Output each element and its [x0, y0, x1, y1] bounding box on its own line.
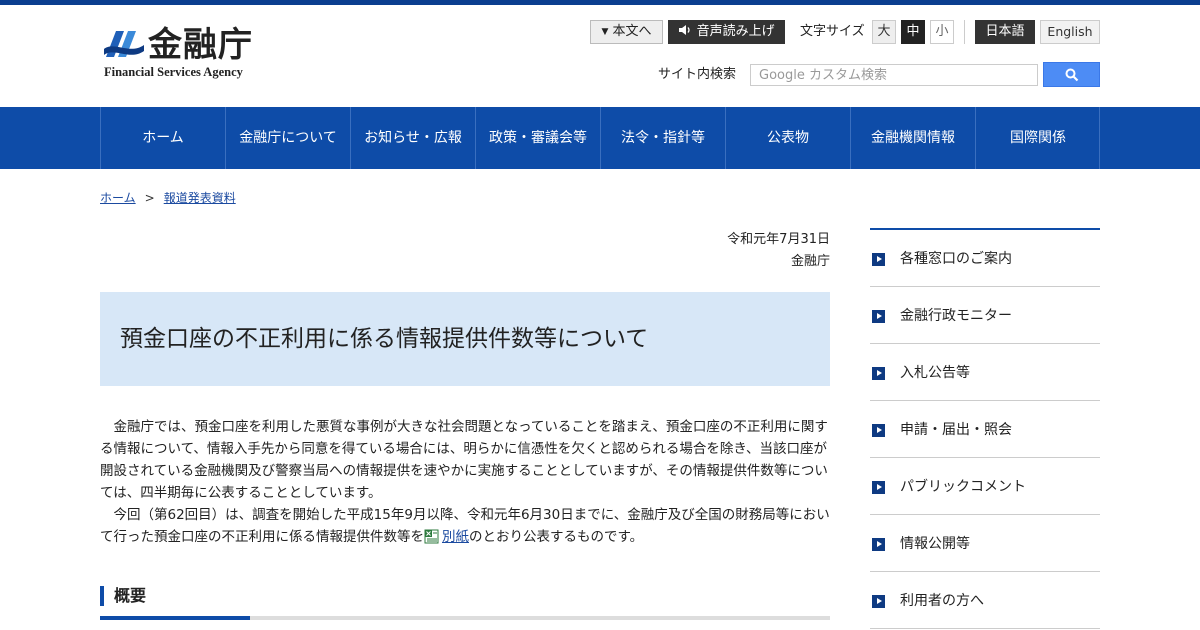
article-paragraph-2: 今回（第62回目）は、調査を開始した平成15年9月以降、令和元年6月30日までに…	[100, 504, 836, 548]
article-paragraph-1: 金融庁では、預金口座を利用した悪質な事例が大きな社会問題となっていることを踏まえ…	[100, 419, 828, 501]
section-heading-overview: 概要	[100, 586, 146, 606]
nav-institutions[interactable]: 金融機関情報	[850, 107, 975, 169]
page-title: 預金口座の不正利用に係る情報提供件数等について	[120, 326, 649, 352]
breadcrumb-home-link[interactable]: ホーム	[100, 191, 136, 205]
sidebar-item-label: 情報公開等	[900, 536, 970, 552]
sidebar-item-public-comment[interactable]: パブリックコメント	[870, 458, 1100, 515]
site-logo[interactable]: 金融庁 Financial Services Agency	[102, 25, 262, 81]
nav-home[interactable]: ホーム	[100, 107, 225, 169]
arrow-marker-icon	[872, 481, 885, 494]
sidebar-item-label: 申請・届出・照会	[900, 422, 1012, 438]
lang-english-button[interactable]: English	[1040, 20, 1100, 44]
sidebar-item-for-users[interactable]: 利用者の方へ	[870, 572, 1100, 629]
sidebar-item-label: 各種窓口のご案内	[900, 251, 1012, 267]
publish-date: 令和元年7月31日	[727, 232, 830, 247]
logo-kanji: 金融庁	[148, 25, 253, 65]
font-size-medium-button[interactable]: 中	[901, 20, 925, 44]
breadcrumb: ホーム > 報道発表資料	[100, 189, 236, 207]
sidebar-item-label: 入札公告等	[900, 365, 970, 381]
sidebar-item-label: 金融行政モニター	[900, 308, 1012, 324]
paragraph-2-text-after: のとおり公表するものです。	[469, 529, 644, 545]
section-underline	[100, 616, 830, 620]
font-size-label: 文字サイズ	[800, 24, 865, 39]
breadcrumb-press-releases-link[interactable]: 報道発表資料	[164, 191, 236, 205]
arrow-marker-icon	[872, 538, 885, 551]
sidebar-item-contact[interactable]: 各種窓口のご案内	[870, 230, 1100, 287]
search-button[interactable]	[1043, 62, 1100, 87]
nav-laws[interactable]: 法令・指針等	[600, 107, 725, 169]
attachment-link[interactable]: 別紙	[442, 529, 469, 545]
header-divider	[964, 20, 965, 44]
arrow-marker-icon	[872, 424, 885, 437]
sidebar-item-label: パブリックコメント	[900, 479, 1026, 495]
sidebar-item-applications[interactable]: 申請・届出・照会	[870, 401, 1100, 458]
triangle-down-icon: ▼	[601, 27, 609, 37]
search-icon	[1065, 68, 1079, 82]
breadcrumb-separator: >	[144, 191, 155, 205]
skip-to-content-button[interactable]: ▼ 本文へ	[590, 20, 663, 44]
nav-international[interactable]: 国際関係	[975, 107, 1100, 169]
search-input[interactable]	[750, 64, 1038, 86]
font-size-small-button[interactable]: 小	[930, 20, 954, 44]
section-underline-accent	[100, 616, 250, 620]
arrow-marker-icon	[872, 595, 885, 608]
font-size-large-button[interactable]: 大	[872, 20, 896, 44]
lang-japanese-button[interactable]: 日本語	[975, 20, 1035, 44]
speaker-icon	[679, 25, 691, 35]
arrow-marker-icon	[872, 253, 885, 266]
arrow-marker-icon	[872, 310, 885, 323]
nav-policy[interactable]: 政策・審議会等	[475, 107, 600, 169]
voice-reader-label: 音声読み上げ	[696, 24, 775, 39]
nav-news[interactable]: お知らせ・広報	[350, 107, 475, 169]
site-search-label: サイト内検索	[658, 67, 737, 82]
sidebar-item-bidding[interactable]: 入札公告等	[870, 344, 1100, 401]
sidebar-item-disclosure[interactable]: 情報公開等	[870, 515, 1100, 572]
sidebar-item-label: 利用者の方へ	[900, 593, 984, 609]
sidebar-item-monitor[interactable]: 金融行政モニター	[870, 287, 1100, 344]
top-accent-bar	[0, 0, 1200, 5]
article-body: 金融庁では、預金口座を利用した悪質な事例が大きな社会問題となっていることを踏まえ…	[100, 416, 836, 548]
page-title-box: 預金口座の不正利用に係る情報提供件数等について	[100, 292, 830, 386]
skip-to-content-label: 本文へ	[612, 24, 652, 39]
fsa-logo-mark-icon	[104, 31, 144, 57]
publisher-agency: 金融庁	[790, 254, 830, 269]
global-nav: ホーム 金融庁について お知らせ・広報 政策・審議会等 法令・指針等 公表物 金…	[0, 107, 1200, 169]
voice-reader-button[interactable]: 音声読み上げ	[668, 20, 785, 44]
nav-publications[interactable]: 公表物	[725, 107, 850, 169]
arrow-marker-icon	[872, 367, 885, 380]
nav-divider-end	[1099, 107, 1100, 169]
excel-file-icon	[424, 529, 439, 544]
nav-about[interactable]: 金融庁について	[225, 107, 350, 169]
logo-english: Financial Services Agency	[104, 65, 243, 79]
